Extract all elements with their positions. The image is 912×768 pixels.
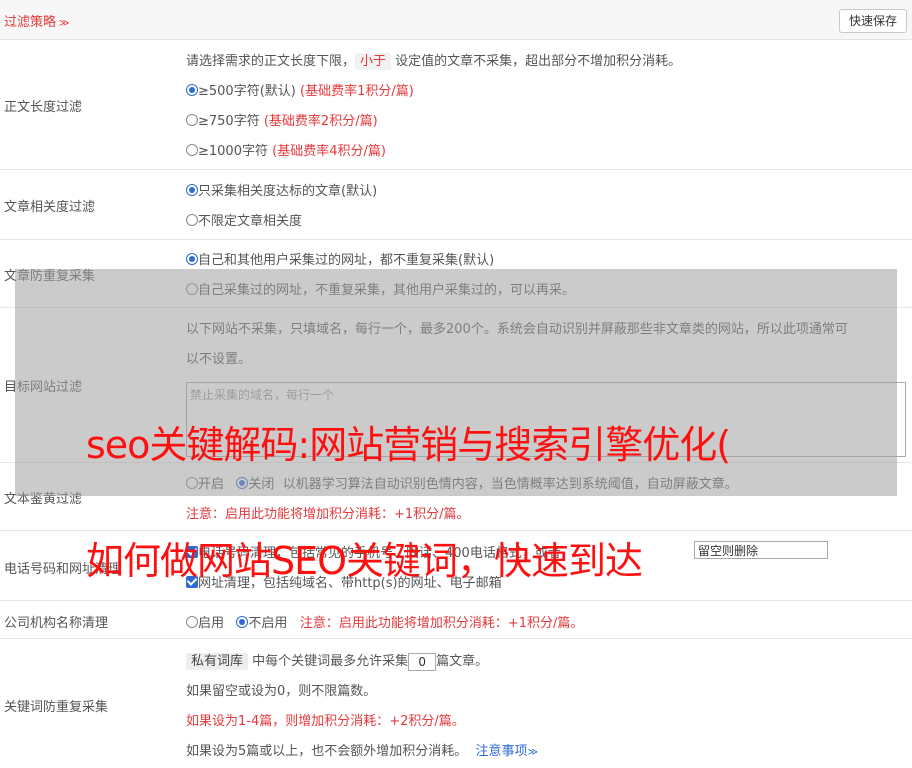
notes-link-label: 注意事项	[475, 744, 528, 759]
url-clean-checkbox[interactable]	[186, 576, 198, 588]
row-label: 文章防重复采集	[4, 269, 96, 284]
chevron-down-icon: ≫	[527, 747, 539, 758]
keyword-note-unlimited: 如果留空或设为0，则不限篇数。	[186, 684, 377, 699]
porn-description: 以机器学习算法自动识别色情内容，当色情概率达到系统阈值，自动屏蔽文章。	[282, 477, 738, 492]
option-label: ≥500字符(默认)	[198, 84, 296, 99]
radio-selected[interactable]	[236, 477, 249, 489]
row-porn-filter: 文本鉴黄过滤 开启 关闭 以机器学习算法自动识别色情内容，当色情概率达到系统阈值…	[0, 463, 912, 531]
radio-unselected[interactable]	[186, 283, 198, 295]
row-phone-filter: 电话号码和网址清理 电话号码清理，包括常见的手机号、固话、400电话格式，或者 …	[0, 531, 912, 601]
relevance-option-strict[interactable]: 只采集相关度达标的文章(默认)	[186, 180, 377, 199]
option-label: 自己采集过的网址，不重复采集，其他用户采集过的，可以再采。	[198, 283, 576, 298]
row-label: 文章相关度过滤	[4, 200, 96, 215]
option-label: 关闭	[248, 477, 275, 492]
private-lexicon-tag: 私有词库	[186, 653, 249, 670]
company-on-option[interactable]: 启用	[186, 616, 224, 631]
option-label: ≥1000字符	[198, 144, 268, 159]
quick-save-button[interactable]: 快速保存	[838, 9, 907, 33]
keyword-limit-input[interactable]	[408, 652, 437, 671]
option-label: 启用	[198, 616, 225, 631]
site-description-line2: 以不设置。	[186, 352, 252, 367]
option-label: 网址清理，包括纯域名、带http(s)的网址、电子邮箱	[198, 576, 502, 591]
radio-selected[interactable]	[236, 616, 249, 628]
option-label: 不限定文章相关度	[198, 214, 303, 229]
row-label: 文本鉴黄过滤	[4, 492, 83, 507]
porn-filter-options: 开启 关闭 以机器学习算法自动识别色情内容，当色情概率达到系统阈值，自动屏蔽文章…	[186, 473, 738, 492]
radio-selected[interactable]	[186, 184, 198, 196]
option-label: 不启用	[248, 616, 288, 631]
option-note: (基础费率4积分/篇)	[272, 144, 386, 159]
option-label: 电话号码清理，包括常见的手机号、固话、400电话格式，或者	[198, 546, 561, 561]
section-toggle[interactable]: 过滤策略 ≫	[4, 11, 69, 30]
row-length-filter: 正文长度过滤 请选择需求的正文长度下限， 小于 设定值的文章不采集，超出部分不增加…	[0, 40, 912, 170]
option-label: 只采集相关度达标的文章(默认)	[198, 184, 378, 199]
chevron-down-icon: ≫	[59, 18, 70, 29]
company-off-option[interactable]: 不启用	[236, 616, 287, 631]
radio-unselected[interactable]	[186, 477, 198, 489]
length-option-500[interactable]: ≥500字符(默认) (基础费率1积分/篇)	[186, 80, 414, 99]
row-label: 电话号码和网址清理	[4, 562, 122, 577]
row-company-filter: 公司机构名称清理 启用 不启用 注意：启用此功能将增加积分消耗：+1积分/篇。	[0, 601, 912, 639]
blocked-domains-textarea[interactable]	[186, 382, 906, 457]
desc-text: 如果设为5篇或以上，也不会额外增加积分消耗。	[186, 744, 468, 759]
option-label: ≥750字符	[198, 114, 260, 129]
row-label: 关键词防重复采集	[4, 700, 109, 715]
relevance-option-any[interactable]: 不限定文章相关度	[186, 210, 302, 229]
desc-text: 篇文章。	[436, 654, 489, 669]
company-filter-options: 启用 不启用 注意：启用此功能将增加积分消耗：+1积分/篇。	[186, 612, 583, 631]
option-note: (基础费率1积分/篇)	[300, 84, 414, 99]
option-label: 自己和其他用户采集过的网址，都不重复采集(默认)	[198, 253, 495, 268]
row-label: 目标网站过滤	[4, 380, 83, 395]
radio-unselected[interactable]	[186, 616, 198, 628]
site-description-line1: 以下网站不采集，只填域名，每行一个，最多200个。系统会自动识别并屏蔽那些非文章…	[186, 322, 848, 337]
radio-unselected[interactable]	[186, 214, 198, 226]
phone-clean-checkbox[interactable]	[186, 546, 198, 558]
section-title: 过滤策略	[4, 15, 57, 30]
length-option-1000[interactable]: ≥1000字符 (基础费率4积分/篇)	[186, 140, 386, 159]
option-label: 开启	[198, 477, 225, 492]
notes-link[interactable]: 注意事项≫	[476, 744, 538, 759]
phone-replace-input[interactable]	[694, 541, 828, 559]
keyword-note-cost: 如果设为1-4篇，则增加积分消耗：+2积分/篇。	[186, 714, 465, 729]
porn-cost-note: 注意：启用此功能将增加积分消耗：+1积分/篇。	[186, 507, 470, 522]
row-label: 正文长度过滤	[4, 100, 83, 115]
less-than-tag: 小于	[355, 53, 392, 70]
keyword-limit-line: 私有词库 中每个关键词最多允许采集 篇文章。	[186, 650, 488, 671]
porn-off-option[interactable]: 关闭	[236, 477, 274, 492]
row-keyword-filter: 关键词防重复采集 私有词库 中每个关键词最多允许采集 篇文章。 如果留空或设为0，…	[0, 639, 912, 768]
row-relevance-filter: 文章相关度过滤 只采集相关度达标的文章(默认) 不限定文章相关度	[0, 170, 912, 240]
filter-strategy-header: 过滤策略 ≫ 快速保存	[0, 0, 912, 40]
keyword-note-free: 如果设为5篇或以上，也不会额外增加积分消耗。 注意事项≫	[186, 740, 538, 759]
phone-clean-option[interactable]: 电话号码清理，包括常见的手机号、固话、400电话格式，或者	[186, 542, 561, 561]
porn-on-option[interactable]: 开启	[186, 477, 224, 492]
radio-selected[interactable]	[186, 84, 198, 96]
length-option-750[interactable]: ≥750字符 (基础费率2积分/篇)	[186, 110, 378, 129]
dedupe-option-all[interactable]: 自己和其他用户采集过的网址，都不重复采集(默认)	[186, 249, 494, 268]
row-dedupe-filter: 文章防重复采集 自己和其他用户采集过的网址，都不重复采集(默认) 自己采集过的网…	[0, 240, 912, 308]
desc-text: 请选择需求的正文长度下限，	[186, 54, 356, 69]
radio-unselected[interactable]	[186, 114, 198, 126]
company-cost-note: 注意：启用此功能将增加积分消耗：+1积分/篇。	[299, 616, 584, 631]
length-description: 请选择需求的正文长度下限， 小于 设定值的文章不采集，超出部分不增加积分消耗。	[186, 50, 682, 70]
desc-text: 中每个关键词最多允许采集	[252, 654, 409, 669]
row-label: 公司机构名称清理	[4, 616, 109, 631]
dedupe-option-self[interactable]: 自己采集过的网址，不重复采集，其他用户采集过的，可以再采。	[186, 279, 575, 298]
row-site-filter: 目标网站过滤 以下网站不采集，只填域名，每行一个，最多200个。系统会自动识别并…	[0, 308, 912, 463]
radio-unselected[interactable]	[186, 144, 198, 156]
radio-selected[interactable]	[186, 253, 198, 265]
url-clean-option[interactable]: 网址清理，包括纯域名、带http(s)的网址、电子邮箱	[186, 572, 502, 591]
option-note: (基础费率2积分/篇)	[263, 114, 378, 129]
desc-text: 设定值的文章不采集，超出部分不增加积分消耗。	[395, 54, 682, 69]
